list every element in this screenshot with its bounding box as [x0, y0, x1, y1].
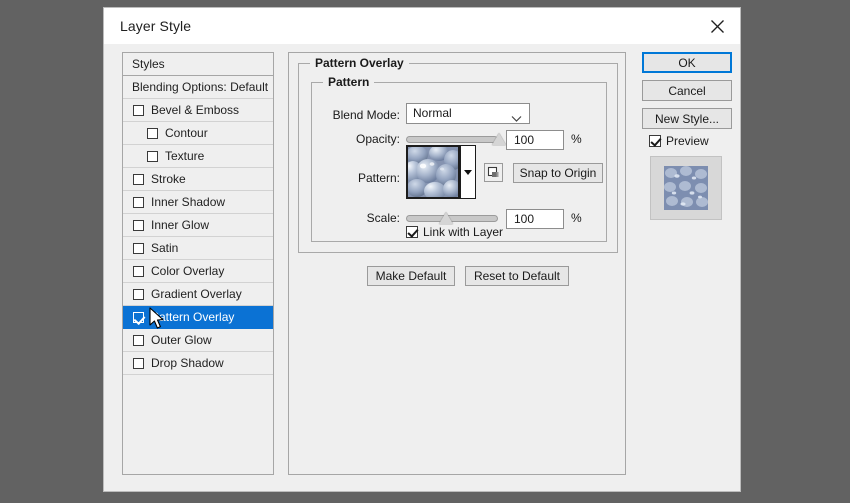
style-item-label: Outer Glow [151, 333, 212, 347]
opacity-slider-thumb[interactable] [492, 133, 506, 145]
style-checkbox[interactable] [133, 289, 144, 300]
styles-list: Blending Options: Default Bevel & Emboss C… [123, 76, 273, 375]
style-item-label: Color Overlay [151, 264, 225, 278]
sidebar-item-texture[interactable]: Texture [123, 145, 273, 168]
style-checkbox[interactable] [133, 174, 144, 185]
style-item-label: Inner Shadow [151, 195, 226, 209]
pattern-group-title: Pattern [323, 75, 375, 89]
styles-list-header: Styles [123, 53, 273, 76]
style-item-label: Drop Shadow [151, 356, 224, 370]
styles-list-panel: Styles Blending Options: Default Bevel & … [122, 52, 274, 475]
cancel-button[interactable]: Cancel [642, 80, 732, 101]
sidebar-item-contour[interactable]: Contour [123, 122, 273, 145]
style-checkbox[interactable] [133, 312, 144, 323]
blend-mode-value: Normal [413, 106, 452, 120]
close-icon[interactable] [695, 8, 740, 44]
preview-checkbox[interactable]: Preview [649, 134, 709, 148]
sidebar-item-pattern-overlay[interactable]: Pattern Overlay [123, 306, 273, 329]
style-item-label: Bevel & Emboss [151, 103, 240, 117]
new-pattern-icon[interactable] [484, 163, 503, 182]
sidebar-item-inner-glow[interactable]: Inner Glow [123, 214, 273, 237]
reset-to-default-button[interactable]: Reset to Default [465, 266, 569, 286]
checkbox-box [406, 226, 418, 238]
pattern-overlay-panel: Pattern Overlay Pattern Blend Mode: Norm… [288, 52, 626, 475]
preview-pattern-image [664, 166, 708, 210]
style-checkbox[interactable] [133, 358, 144, 369]
pattern-swatch[interactable] [406, 145, 460, 199]
pattern-label: Pattern: [357, 171, 400, 185]
sidebar-item-bevel-emboss[interactable]: Bevel & Emboss [123, 99, 273, 122]
blend-mode-label: Blend Mode: [332, 108, 400, 122]
style-item-label: Blending Options: Default [132, 80, 269, 94]
style-checkbox[interactable] [147, 128, 158, 139]
style-item-label: Satin [151, 241, 179, 255]
ok-button[interactable]: OK [642, 52, 732, 73]
sidebar-item-blending-options-default[interactable]: Blending Options: Default [123, 76, 273, 99]
style-checkbox[interactable] [147, 151, 158, 162]
triangle-down-icon [464, 169, 472, 175]
layer-style-dialog: Layer Style Styles Blending Options: Def… [104, 8, 740, 491]
sidebar-item-gradient-overlay[interactable]: Gradient Overlay [123, 283, 273, 306]
style-item-label: Pattern Overlay [151, 310, 235, 324]
style-item-label: Stroke [151, 172, 186, 186]
scale-slider[interactable] [406, 212, 498, 224]
pattern-overlay-group-title: Pattern Overlay [310, 56, 409, 70]
style-item-label: Contour [165, 126, 208, 140]
title-bar: Layer Style [104, 8, 740, 44]
opacity-label: Opacity: [355, 132, 400, 146]
style-item-label: Gradient Overlay [151, 287, 242, 301]
sidebar-item-outer-glow[interactable]: Outer Glow [123, 329, 273, 352]
sidebar-item-color-overlay[interactable]: Color Overlay [123, 260, 273, 283]
window-title: Layer Style [120, 18, 192, 34]
scale-label: Scale: [366, 211, 400, 225]
checkbox-box [649, 135, 661, 147]
sidebar-item-drop-shadow[interactable]: Drop Shadow [123, 352, 273, 375]
sidebar-item-stroke[interactable]: Stroke [123, 168, 273, 191]
scale-slider-thumb[interactable] [438, 212, 453, 224]
style-item-label: Texture [165, 149, 205, 163]
style-item-label: Inner Glow [151, 218, 210, 232]
style-checkbox[interactable] [133, 335, 144, 346]
style-checkbox[interactable] [133, 220, 144, 231]
link-with-layer-label: Link with Layer [423, 225, 504, 239]
new-style-button[interactable]: New Style... [642, 108, 732, 129]
style-checkbox[interactable] [133, 197, 144, 208]
pattern-picker-dropdown[interactable] [460, 145, 476, 199]
pattern-group: Pattern Blend Mode: Normal Opacity: 100 … [311, 75, 607, 242]
style-checkbox[interactable] [133, 266, 144, 277]
sidebar-item-satin[interactable]: Satin [123, 237, 273, 260]
style-preview-thumbnail [650, 156, 722, 220]
blend-mode-select[interactable]: Normal [406, 103, 530, 124]
style-checkbox[interactable] [133, 105, 144, 116]
opacity-unit: % [571, 132, 582, 146]
link-with-layer-checkbox[interactable]: Link with Layer [406, 225, 503, 239]
pattern-overlay-group: Pattern Overlay Pattern Blend Mode: Norm… [298, 56, 618, 286]
opacity-input[interactable]: 100 [506, 130, 564, 150]
scale-input[interactable]: 100 [506, 209, 564, 229]
make-default-button[interactable]: Make Default [367, 266, 455, 286]
sidebar-item-inner-shadow[interactable]: Inner Shadow [123, 191, 273, 214]
snap-to-origin-button[interactable]: Snap to Origin [513, 163, 603, 183]
chevron-down-icon [511, 110, 522, 129]
opacity-slider[interactable] [406, 133, 506, 145]
scale-unit: % [571, 211, 582, 225]
style-checkbox[interactable] [133, 243, 144, 254]
preview-label: Preview [666, 134, 709, 148]
